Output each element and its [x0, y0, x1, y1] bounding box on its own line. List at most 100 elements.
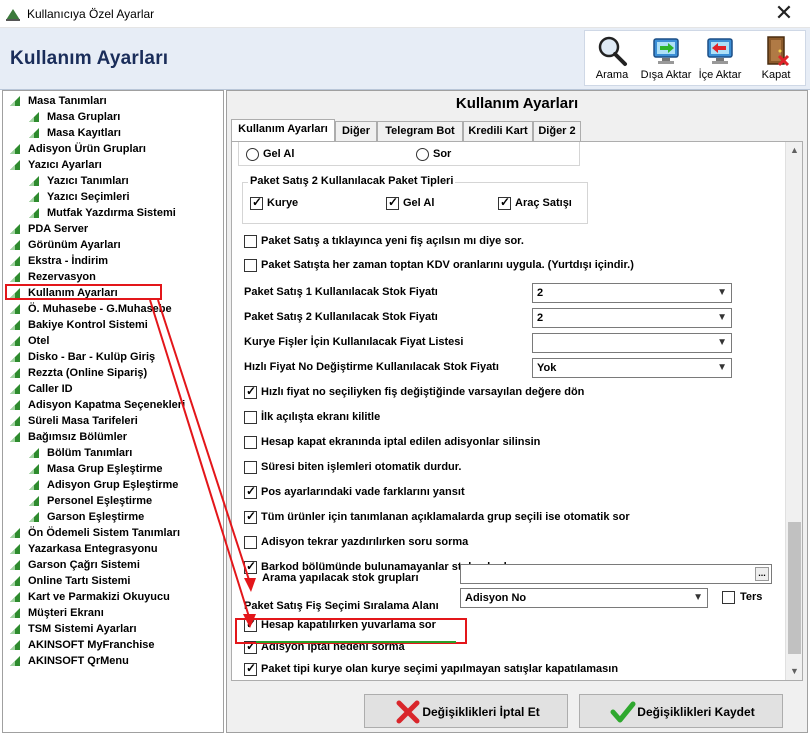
checkbox-label: Tüm ürünler için tanımlanan açıklamalard… — [261, 511, 630, 523]
combo-paket1-stok-fiyati[interactable]: 2 ▼ — [532, 283, 732, 303]
package-types-title: Paket Satış 2 Kullanılacak Paket Tipleri — [248, 175, 456, 187]
checkbox-box[interactable] — [244, 384, 257, 399]
import-button[interactable]: İçe Aktar — [693, 31, 747, 87]
checkbox-gel-al-box[interactable] — [386, 195, 399, 210]
combo-hizli-fiyat-no[interactable]: Yok ▼ — [532, 358, 732, 378]
panel-title: Kullanım Ayarları — [455, 95, 579, 112]
checkbox-box[interactable] — [244, 661, 257, 676]
close-button[interactable]: Kapat — [749, 31, 803, 87]
tree-item-label: Bakiye Kontrol Sistemi — [28, 319, 148, 331]
green-leaf-icon — [10, 96, 20, 106]
green-leaf-icon — [10, 608, 20, 618]
green-leaf-icon — [10, 432, 20, 442]
checkbox-label: Adisyon tekrar yazdırılırken soru sorma — [261, 536, 469, 548]
combo-kurye-fiyat-listesi[interactable]: ▼ — [532, 333, 732, 353]
green-leaf-icon — [10, 272, 20, 282]
search-button[interactable]: Arama — [585, 31, 639, 87]
tree-item-label: Personel Eşleştirme — [47, 495, 153, 507]
green-leaf-icon — [10, 544, 20, 554]
stock-groups-browse-button[interactable]: ... — [755, 567, 769, 581]
tree-item-label: Ön Ödemeli Sistem Tanımları — [28, 527, 181, 539]
page-title: Kullanım Ayarları — [10, 48, 169, 69]
combo-label-kurye-fiyat: Kurye Fişler İçin Kullanılacak Fiyat Lis… — [244, 336, 464, 348]
checkbox-kurye-label: Kurye — [267, 197, 299, 209]
tree-item-label: AKINSOFT QrMenu — [28, 655, 129, 667]
export-monitor-icon — [653, 38, 679, 64]
green-leaf-icon — [10, 416, 20, 426]
green-leaf-icon — [29, 192, 39, 202]
checkbox-label: Hızlı fiyat no seçiliyken fiş değiştiğin… — [261, 386, 585, 398]
app-logo-icon — [6, 9, 20, 21]
checkbox-label: İlk açılışta ekranı kilitle — [261, 411, 381, 423]
green-leaf-icon — [10, 352, 20, 362]
tree-item-label: Müşteri Ekranı — [28, 607, 104, 619]
green-leaf-icon — [10, 656, 20, 666]
tree-item-label: Rezzta (Online Sipariş) — [28, 367, 148, 379]
checkbox-kurye-box[interactable] — [250, 195, 263, 210]
check-toptan-kdv-box[interactable] — [244, 259, 257, 272]
green-leaf-icon — [10, 368, 20, 378]
green-leaf-icon — [10, 576, 20, 586]
combo-paket2-value: 2 — [537, 312, 544, 324]
scroll-down-icon[interactable]: ▼ — [786, 663, 802, 680]
checkbox-box[interactable] — [244, 536, 257, 549]
checkbox-label: Paket tipi kurye olan kurye seçimi yapıl… — [261, 663, 619, 675]
check-yeni-fis-sor-box[interactable] — [244, 235, 257, 248]
tree-item-label: Bölüm Tanımları — [47, 447, 133, 459]
cancel-changes-button[interactable]: Değişiklikleri İptal Et — [364, 694, 568, 728]
tree-item-label: AKINSOFT MyFranchise — [28, 639, 155, 651]
green-leaf-icon — [10, 144, 20, 154]
checkbox-box[interactable] — [244, 411, 257, 424]
green-leaf-icon — [29, 128, 39, 138]
radio-sor-circle[interactable] — [416, 148, 429, 161]
checkbox-box[interactable] — [244, 509, 257, 524]
title-bar: Kullanıcıya Özel Ayarlar ✕ — [0, 0, 810, 28]
checkbox-box[interactable] — [244, 484, 257, 499]
chevron-down-icon: ▼ — [717, 362, 727, 373]
export-button[interactable]: Dışa Aktar — [639, 31, 693, 87]
vertical-scrollbar[interactable]: ▲ ▼ — [785, 142, 802, 680]
green-leaf-icon — [10, 256, 20, 266]
green-leaf-icon — [10, 160, 20, 170]
green-leaf-icon — [29, 176, 39, 186]
green-leaf-icon — [29, 112, 39, 122]
green-leaf-icon — [29, 208, 39, 218]
tab-diger-2[interactable]: Diğer 2 — [533, 121, 581, 141]
check-toptan-kdv-label: Paket Satışta her zaman toptan KDV oranl… — [261, 259, 634, 271]
check-ters-label: Ters — [740, 591, 763, 603]
checkbox-label: Hesap kapat ekranında iptal edilen adisy… — [261, 436, 541, 448]
check-ters-box[interactable] — [722, 591, 735, 604]
tree-item-label: Caller ID — [28, 383, 73, 395]
tree-item-label: Rezervasyon — [28, 271, 96, 283]
scroll-up-icon[interactable]: ▲ — [786, 142, 802, 159]
checkbox-box[interactable] — [244, 559, 257, 574]
checkbox-arac-satisi-box[interactable] — [498, 195, 511, 210]
chevron-down-icon: ▼ — [717, 337, 727, 348]
combo-hizli-fiyat-value: Yok — [537, 362, 557, 374]
radio-gel-al-circle[interactable] — [246, 148, 259, 161]
save-changes-button[interactable]: Değişiklikleri Kaydet — [579, 694, 783, 728]
tree-item-label: Disko - Bar - Kulüp Giriş — [28, 351, 156, 363]
tree-item-label: Yazıcı Seçimleri — [47, 191, 130, 203]
checkbox-box[interactable] — [244, 461, 257, 474]
scrollbar-thumb[interactable] — [788, 522, 801, 654]
tab-kredili-kart[interactable]: Kredili Kart — [463, 121, 533, 141]
close-window-button[interactable]: ✕ — [764, 0, 804, 28]
checkbox-box[interactable] — [244, 436, 257, 449]
tree-item-label: Masa Tanımları — [28, 95, 107, 107]
tab-telegram-bot[interactable]: Telegram Bot — [377, 121, 463, 141]
combo-paket2-stok-fiyati[interactable]: 2 ▼ — [532, 308, 732, 328]
green-leaf-icon — [10, 320, 20, 330]
tab-diger[interactable]: Diğer — [335, 121, 377, 141]
tree-item-label: TSM Sistemi Ayarları — [28, 623, 137, 635]
sort-field-combo[interactable]: Adisyon No ▼ — [460, 588, 708, 608]
green-leaf-icon — [29, 448, 39, 458]
annotation-underline — [256, 641, 456, 643]
stock-groups-input[interactable]: ... — [460, 564, 772, 584]
green-leaf-icon — [10, 640, 20, 650]
green-leaf-icon — [29, 480, 39, 490]
magnifier-icon — [598, 36, 627, 66]
save-changes-label: Değişiklikleri Kaydet — [637, 705, 755, 719]
tree-item-label: Otel — [28, 335, 50, 347]
tab-kullanim-ayarlari[interactable]: Kullanım Ayarları — [231, 119, 335, 141]
